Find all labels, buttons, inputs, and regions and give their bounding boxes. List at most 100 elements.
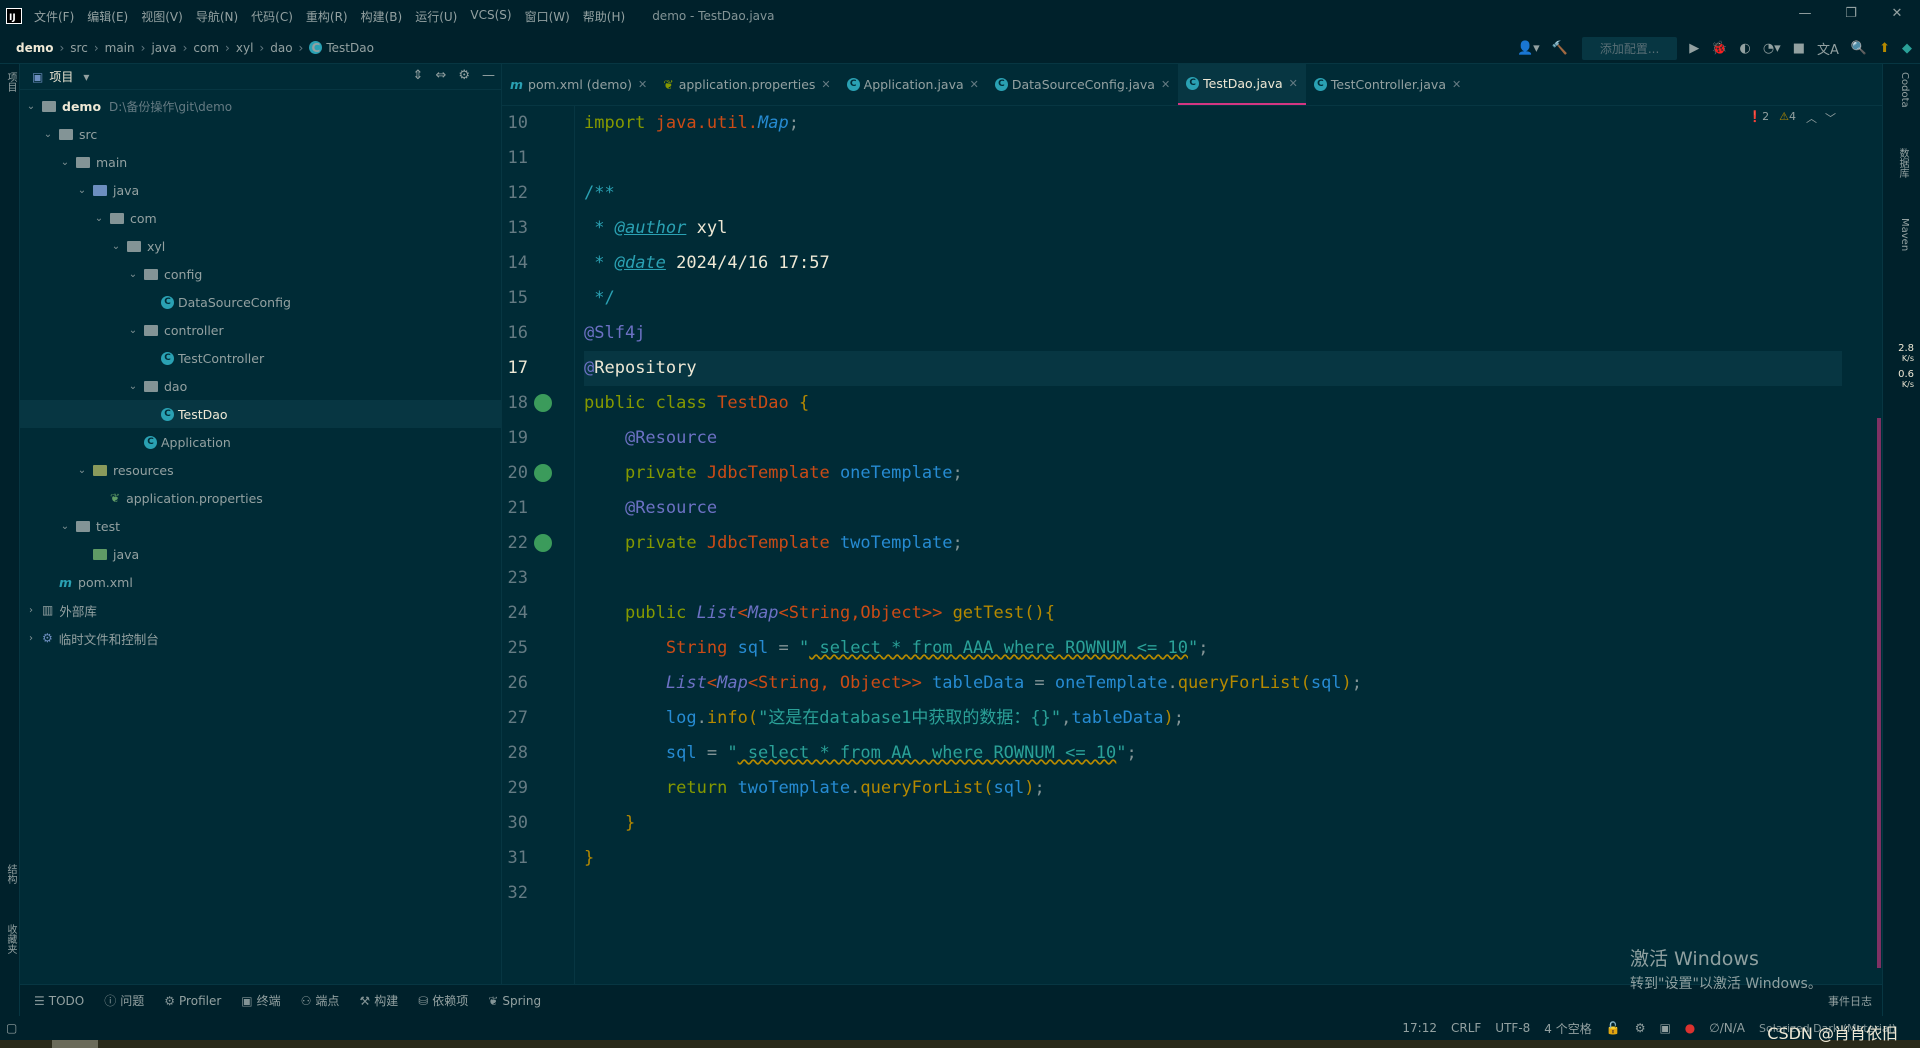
tree-item[interactable]: › ▥ 外部库 [20,596,501,624]
tree-item[interactable]: ⌄ com [20,204,501,232]
maven-tool-tab[interactable]: Maven [1899,218,1910,251]
close-tab-icon[interactable]: ✕ [1161,78,1170,91]
breadcrumb-item[interactable]: xyl [236,41,254,55]
chevron-right-icon[interactable]: › [24,605,38,616]
codota-tool-tab[interactable]: Codota [1899,72,1910,108]
tree-item[interactable]: ⌄ main [20,148,501,176]
close-tab-icon[interactable]: ✕ [970,78,979,91]
menu-item[interactable]: VCS(S) [470,8,511,25]
line-number[interactable]: 28 [502,736,528,771]
intellij-logo-icon[interactable]: IJ [6,8,22,24]
debug-icon[interactable]: 🐞 [1711,41,1727,56]
menu-item[interactable]: 窗口(W) [525,8,570,25]
menu-item[interactable]: 代码(C) [251,8,293,25]
menu-item[interactable]: 帮助(H) [583,8,625,25]
bottom-tool-button[interactable]: ▣ 终端 [241,992,280,1009]
tree-item[interactable]: C DataSourceConfig [20,288,501,316]
line-number[interactable]: 10 [502,106,528,141]
chevron-down-icon[interactable]: ⌄ [58,521,72,532]
line-number[interactable]: 23 [502,561,528,596]
project-panel-title[interactable]: 项目 [49,68,73,85]
menu-item[interactable]: 导航(N) [196,8,238,25]
line-number[interactable]: 31 [502,841,528,876]
chevron-down-icon[interactable]: ⌄ [92,213,106,224]
tree-item[interactable]: C Application [20,428,501,456]
breadcrumb-item[interactable]: main [105,41,135,55]
build-hammer-icon[interactable]: 🔨 [1552,41,1568,56]
chevron-down-icon[interactable]: ▾ [83,70,89,84]
event-log-button[interactable]: 事件日志 [1828,993,1872,1009]
git-icon[interactable]: ⚙ [1635,1021,1646,1035]
run-icon[interactable]: ▶ [1689,41,1699,56]
breadcrumb-item[interactable]: src [70,41,88,55]
close-tab-icon[interactable]: ✕ [821,78,830,91]
close-tab-icon[interactable]: ✕ [1452,78,1461,91]
tree-item[interactable]: › ⚙ 临时文件和控制台 [20,624,501,652]
line-number[interactable]: 30 [502,806,528,841]
menu-item[interactable]: 重构(R) [306,8,348,25]
menu-item[interactable]: 构建(B) [361,8,403,25]
line-number[interactable]: 20 [502,456,528,491]
line-number[interactable]: 12 [502,176,528,211]
coverage-icon[interactable]: ◐ [1739,41,1750,56]
line-number[interactable]: 27 [502,701,528,736]
tree-item[interactable]: ⌄ src [20,120,501,148]
line-number[interactable]: 17 [502,351,528,386]
bottom-tool-button[interactable]: ❦ Spring [488,994,541,1008]
project-tool-tab[interactable]: 项目 [3,72,18,92]
chevron-down-icon[interactable]: ⌄ [109,241,123,252]
editor-error-stripe[interactable] [1872,156,1882,968]
menu-item[interactable]: 编辑(E) [87,8,128,25]
line-number[interactable]: 25 [502,631,528,666]
code-area[interactable]: import java.util.Map; /** * @author xyl … [584,106,1842,984]
chevron-down-icon[interactable]: ⌄ [126,269,140,280]
terminal-icon[interactable]: ▣ [1659,1021,1670,1035]
tree-item[interactable]: ⌄ demo D:\备份操作\git\demo [20,92,501,120]
line-number[interactable]: 21 [502,491,528,526]
translate-icon[interactable]: 文A [1817,39,1839,58]
restore-button[interactable]: ❐ [1828,0,1874,28]
horizontal-scrollbar[interactable] [0,1040,1920,1048]
indent-setting[interactable]: 4 个空格 [1544,1020,1591,1037]
bottom-tool-button[interactable]: ⛁ 依赖项 [418,992,468,1009]
menu-item[interactable]: 运行(U) [415,8,457,25]
breadcrumb-item[interactable]: TestDao [326,41,374,55]
stop-icon[interactable]: ■ [1793,41,1805,56]
tree-item[interactable]: ⌄ dao [20,372,501,400]
close-tab-icon[interactable]: ✕ [1289,77,1298,90]
profile-icon[interactable]: ◔▾ [1763,41,1781,56]
tree-item[interactable]: ⌄ java [20,176,501,204]
tree-item[interactable]: ⌄ test [20,512,501,540]
bottom-tool-button[interactable]: ⚒ 构建 [359,992,398,1009]
tree-item[interactable]: ⌄ resources [20,456,501,484]
favorites-tool-tab[interactable]: 收藏夹 [3,924,18,954]
line-number[interactable]: 22 [502,526,528,561]
run-configuration-dropdown[interactable]: 添加配置... [1581,36,1678,60]
tree-item[interactable]: C TestController [20,344,501,372]
structure-tool-tab[interactable]: 结构 [3,864,18,884]
editor-tab[interactable]: m pom.xml (demo) ✕ [502,63,655,105]
minimize-button[interactable]: — [1782,0,1828,28]
chevron-down-icon[interactable]: ⌄ [41,129,55,140]
collapse-all-icon[interactable]: ⇔ [435,68,446,83]
line-number[interactable]: 14 [502,246,528,281]
scrollbar-thumb[interactable] [52,1040,98,1048]
line-number[interactable]: 18 [502,386,528,421]
gear-icon[interactable]: ⚙ [458,68,470,83]
editor-tab[interactable]: C DataSourceConfig.java ✕ [987,63,1178,105]
breadcrumb-item[interactable]: demo [16,41,53,55]
bottom-tool-button[interactable]: ☰ TODO [34,994,84,1008]
chevron-down-icon[interactable]: ⌄ [75,185,89,196]
line-number-gutter[interactable]: 10 11 12 13 14 15 16 17 18 19 20 21 22 23 24 25 26 27 28 29… [502,106,574,984]
database-tool-tab[interactable]: 数据库 [1895,148,1910,178]
line-number[interactable]: 32 [502,876,528,911]
line-number[interactable]: 24 [502,596,528,631]
menu-item[interactable]: 视图(V) [141,8,183,25]
line-number[interactable]: 16 [502,316,528,351]
user-icon[interactable]: 👤▾ [1517,41,1540,56]
chevron-down-icon[interactable]: ⌄ [126,381,140,392]
code-editor[interactable]: m pom.xml (demo) ✕ ❦ application.properties ✕… [502,63,1882,984]
editor-tab[interactable]: ❦ application.properties ✕ [655,63,838,105]
tree-item[interactable]: ⌄ xyl [20,232,501,260]
close-tab-icon[interactable]: ✕ [638,78,647,91]
